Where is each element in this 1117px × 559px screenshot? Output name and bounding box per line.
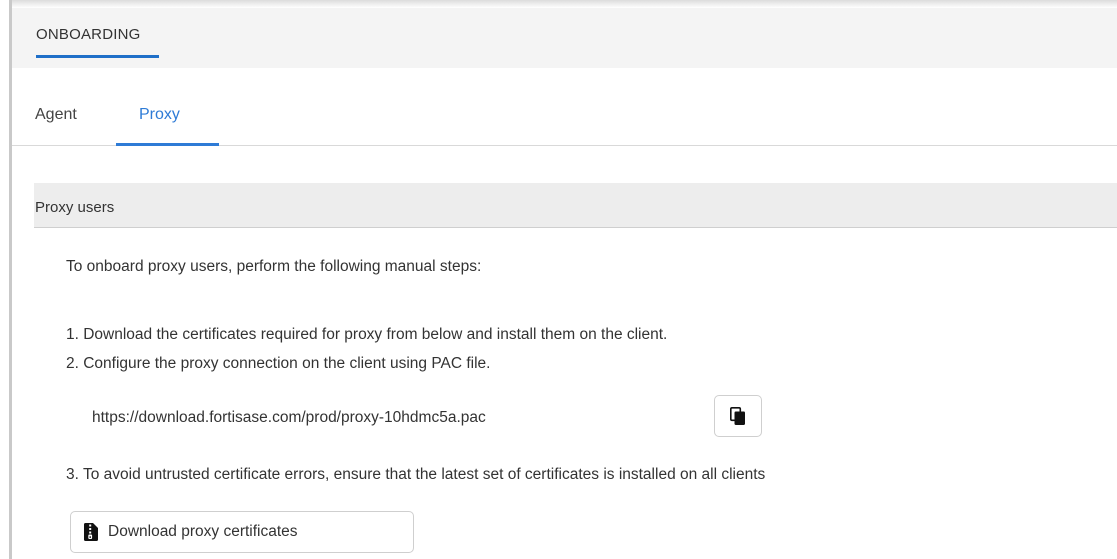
tab-proxy[interactable]: Proxy xyxy=(139,106,180,124)
copy-icon xyxy=(730,406,746,426)
page-title: ONBOARDING xyxy=(36,26,141,43)
tab-agent[interactable]: Agent xyxy=(35,106,77,124)
panel-header: ONBOARDING xyxy=(12,8,1117,68)
tab-bar: Agent Proxy xyxy=(12,68,1117,146)
step-2-text: 2. Configure the proxy connection on the… xyxy=(66,355,491,372)
active-tab-indicator xyxy=(116,143,219,146)
file-zip-icon xyxy=(84,523,98,541)
step-3-text: 3. To avoid untrusted certificate errors… xyxy=(66,466,766,483)
step-1-text: 1. Download the certificates required fo… xyxy=(66,326,668,343)
section-title: Proxy users xyxy=(35,199,115,216)
download-certificates-button[interactable]: Download proxy certificates xyxy=(70,511,414,553)
section-header: Proxy users xyxy=(34,183,1117,228)
copy-url-button[interactable] xyxy=(714,395,762,437)
top-shadow xyxy=(12,0,1117,8)
intro-text: To onboard proxy users, perform the foll… xyxy=(66,258,482,275)
download-button-label: Download proxy certificates xyxy=(108,523,298,540)
onboarding-panel: ONBOARDING Agent Proxy Proxy users To on… xyxy=(0,0,1117,559)
title-underline xyxy=(36,55,159,58)
pac-url: https://download.fortisase.com/prod/prox… xyxy=(92,409,486,426)
